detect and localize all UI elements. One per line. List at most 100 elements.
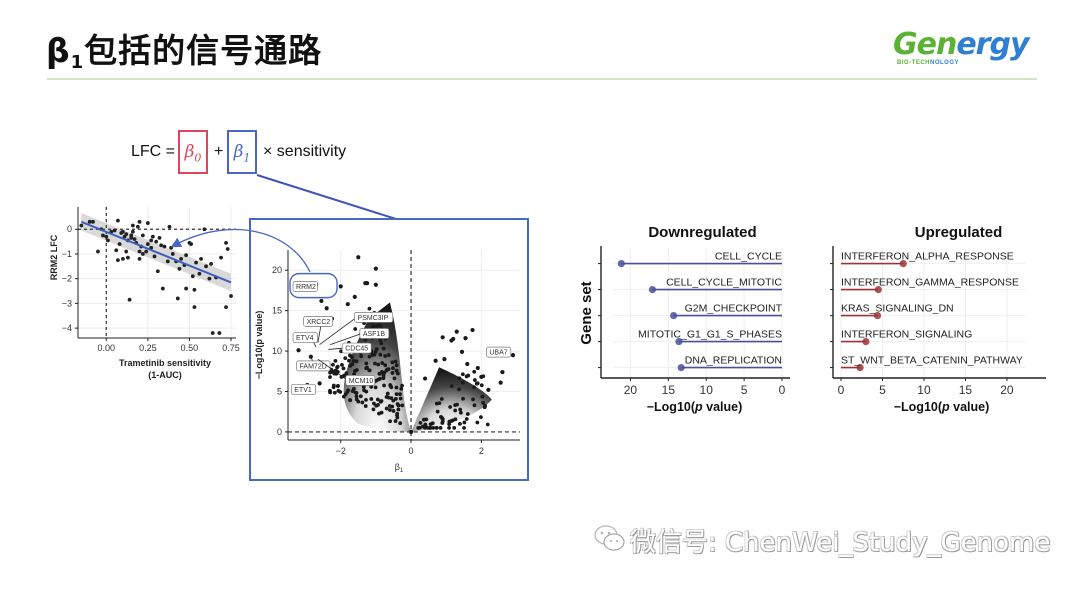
data-point [418,421,423,425]
data-point [379,410,384,415]
data-point [87,219,92,224]
data-point [376,362,381,367]
lollipop-dot [670,312,678,320]
lollipop-dot [617,260,625,268]
data-point [352,386,356,391]
data-point [383,363,388,368]
data-point [373,361,377,366]
data-point [472,369,477,374]
data-point [472,403,477,408]
data-point [121,257,125,261]
data-point [375,324,380,328]
y-axis-label: −Log10(p value) [254,311,264,380]
data-point [442,357,447,362]
data-point [381,346,386,351]
data-point [378,376,382,381]
data-point [396,403,401,408]
data-point [350,362,355,366]
data-point [378,324,383,328]
x-tick-label: 20 [1000,383,1014,397]
data-point [152,254,157,259]
data-point [394,392,399,397]
data-point [331,362,335,367]
data-point [345,302,350,307]
y-tick-label: −3 [62,298,72,308]
data-point [125,255,130,260]
x-tick-label: 0.50 [181,343,199,353]
data-point [396,407,401,412]
data-point [116,218,120,223]
data-point [160,286,165,291]
gene-set-label: INTERFERON_GAMMA_RESPONSE [841,277,1019,289]
data-point [378,399,383,404]
data-point [360,400,365,405]
gene-set-label: KRAS_SIGNALING_DN [841,303,954,315]
data-point [165,259,170,264]
gene-label: ASF1B [363,331,386,338]
lollipop-dot [648,286,657,294]
chart-title: Downregulated [648,224,756,241]
x-tick-label: 15 [959,383,973,397]
data-point [359,354,364,359]
data-point [457,376,462,381]
data-point [460,380,465,385]
data-point [483,403,488,408]
data-point [465,361,470,367]
data-point [474,381,479,386]
data-point [324,306,329,311]
data-point [479,374,484,380]
data-point [422,424,427,429]
data-point [387,404,392,408]
volcano-plot: RRM2 XRCC2 PSMC3IP ETV4 ASF1B CDC45 FAM72D MCM1… [254,250,520,474]
data-point [117,242,122,246]
data-point [440,416,444,420]
data-point [343,356,348,361]
data-point [140,233,145,238]
data-point [229,294,233,298]
data-point [389,385,394,390]
data-point [335,364,340,369]
data-point [135,224,140,229]
data-point [340,362,344,367]
data-point [478,415,483,420]
gene-set-label: CELL_CYCLE_MITOTIC [666,277,782,289]
y-tick-label: −2 [62,274,72,284]
gene-set-label: INTERFERON_ALPHA_RESPONSE [841,251,1014,263]
data-point [184,253,189,258]
y-tick-label: −4 [62,323,72,333]
y-tick-label: 5 [277,386,282,396]
data-point [331,385,336,390]
data-point [127,297,132,302]
data-point [364,281,370,286]
gene-label: XRCC2 [307,319,331,326]
data-point [434,425,439,430]
downregulated-chart: CELL_CYCLE CELL_CYCLE_MITOTIC G2M_CHECKPOI… [578,224,790,414]
data-point [451,336,456,342]
data-point [433,358,438,363]
data-point [137,219,142,224]
data-point [106,238,110,243]
data-point [385,367,390,372]
data-point [177,266,182,271]
y-axis-label: RRM2 LFC [49,234,59,280]
data-point [144,249,149,254]
data-point [356,399,361,404]
data-point [452,425,457,430]
data-point [393,419,398,423]
data-point [192,305,197,310]
data-point [480,394,485,399]
data-point [510,353,516,358]
data-point [169,245,174,250]
data-point [207,276,212,281]
data-point [353,327,358,331]
data-point [192,287,197,292]
data-point [356,255,361,260]
data-point [428,425,433,430]
data-point [352,369,357,373]
data-point [150,234,155,239]
data-point [391,409,396,413]
x-axis-label: −Log10(p value) [647,400,743,414]
data-point [390,371,395,375]
data-point [371,407,376,412]
data-point [352,294,357,299]
